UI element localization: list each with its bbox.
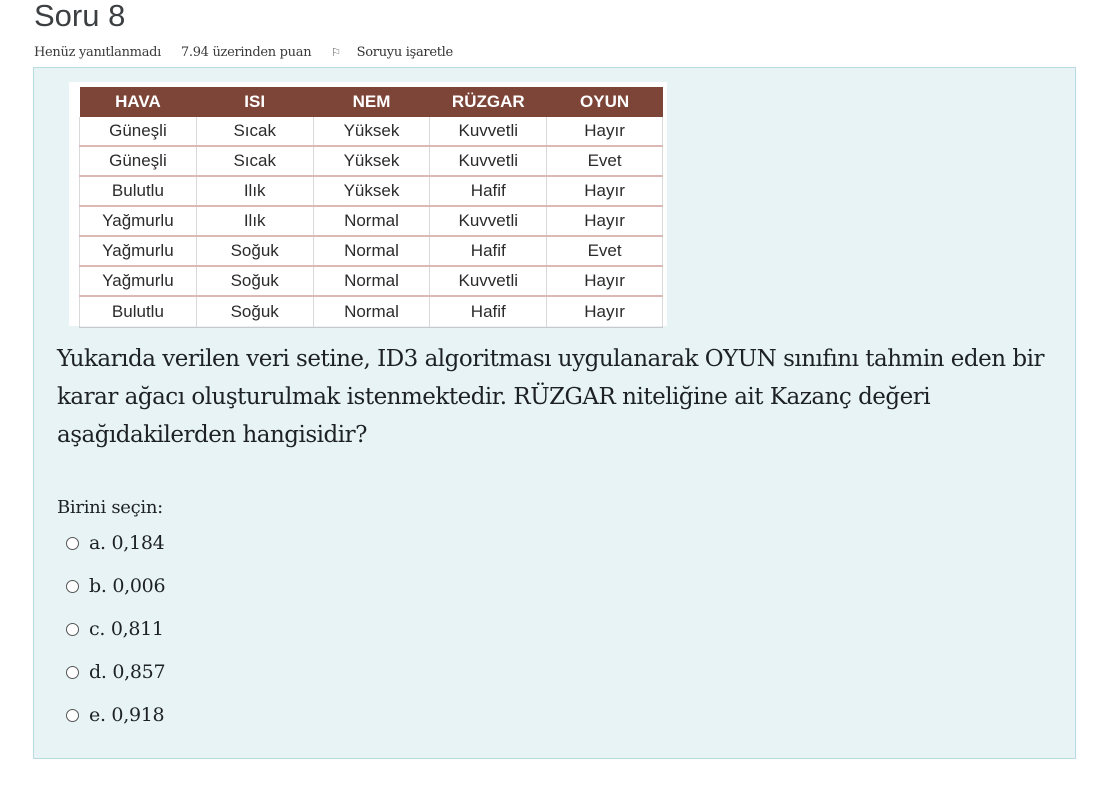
table-cell: Hayır (546, 266, 663, 297)
column-header: OYUN (546, 87, 663, 117)
table-cell: Evet (546, 236, 663, 267)
table-cell: Kuvvetli (429, 206, 548, 237)
table-cell: Kuvvetli (429, 146, 548, 177)
question-text: Yukarıda verilen veri setine, ID3 algori… (57, 346, 1044, 448)
radio-button[interactable] (66, 536, 79, 550)
table-row: Yağmurlu Soğuk Normal Kuvvetli Hayır (79, 266, 663, 297)
question-points: 7.94 üzerinden puan (180, 45, 312, 60)
table-header-row: HAVA ISI NEM RÜZGAR OYUN (79, 87, 663, 117)
table-cell: Soğuk (195, 296, 314, 328)
table-cell: Hayır (546, 117, 663, 147)
question-status: Henüz yanıtlanmadı (34, 45, 162, 60)
table-cell: Hayır (546, 296, 663, 328)
answer-option-e[interactable]: e. 0,918 (66, 702, 165, 728)
table-cell: Evet (546, 146, 663, 177)
table-cell: Soğuk (195, 236, 314, 267)
table-cell: Ilık (195, 206, 314, 237)
table-cell: Güneşli (79, 117, 197, 147)
table-cell: Güneşli (79, 146, 197, 177)
table-row: Bulutlu Soğuk Normal Hafif Hayır (79, 296, 663, 328)
table-cell: Normal (312, 296, 431, 328)
data-table: HAVA ISI NEM RÜZGAR OYUN Güneşli Sıcak Y… (79, 87, 663, 328)
table-cell: Yağmurlu (79, 236, 197, 267)
column-header: HAVA (79, 87, 197, 117)
column-header: RÜZGAR (429, 87, 547, 117)
table-row: Güneşli Sıcak Yüksek Kuvvetli Hayır (79, 117, 663, 147)
table-cell: Sıcak (195, 146, 314, 177)
table-cell: Hayır (546, 176, 663, 207)
answer-prompt: Birini seçin: (57, 497, 163, 518)
table-cell: Kuvvetli (429, 266, 548, 297)
flag-question-link[interactable]: ⚐ Soruyu işaretle (331, 45, 469, 60)
table-cell: Yağmurlu (79, 206, 197, 237)
column-header: ISI (196, 87, 314, 117)
radio-button[interactable] (66, 665, 79, 679)
table-cell: Yağmurlu (79, 266, 197, 297)
table-cell: Bulutlu (79, 176, 197, 207)
answer-label: b. 0,006 (89, 575, 166, 597)
question-info: Henüz yanıtlanmadı 7.94 üzerinden puan ⚐… (34, 45, 485, 60)
answer-option-b[interactable]: b. 0,006 (66, 573, 166, 599)
question-title: Soru 8 (34, 0, 126, 33)
answer-label: d. 0,857 (89, 661, 166, 683)
answer-label: e. 0,918 (89, 704, 165, 726)
radio-button[interactable] (66, 708, 79, 722)
table-cell: Hafif (429, 176, 548, 207)
answer-label: a. 0,184 (89, 532, 165, 554)
data-table-image: HAVA ISI NEM RÜZGAR OYUN Güneşli Sıcak Y… (69, 82, 667, 328)
table-cell: Normal (312, 236, 431, 267)
table-cell: Bulutlu (79, 296, 197, 328)
radio-button[interactable] (66, 622, 79, 636)
column-header: NEM (313, 87, 430, 117)
table-row: Yağmurlu Soğuk Normal Hafif Evet (79, 236, 663, 267)
radio-button[interactable] (66, 579, 79, 593)
table-cell: Sıcak (195, 117, 314, 147)
table-cell: Yüksek (312, 117, 431, 147)
flag-question-label: Soruyu işaretle (356, 45, 454, 60)
table-cell: Normal (312, 206, 431, 237)
table-cell: Hafif (429, 236, 548, 267)
answer-label: c. 0,811 (89, 618, 164, 640)
table-cell: Kuvvetli (429, 117, 548, 147)
table-cell: Yüksek (312, 146, 431, 177)
flag-icon: ⚐ (331, 46, 341, 59)
table-cell: Hafif (429, 296, 548, 328)
question-content: HAVA ISI NEM RÜZGAR OYUN Güneşli Sıcak Y… (33, 67, 1076, 759)
table-row: Güneşli Sıcak Yüksek Kuvvetli Evet (79, 146, 663, 177)
answer-option-d[interactable]: d. 0,857 (66, 659, 166, 685)
answer-option-c[interactable]: c. 0,811 (66, 616, 164, 642)
table-row: Yağmurlu Ilık Normal Kuvvetli Hayır (79, 206, 663, 237)
table-cell: Hayır (546, 206, 663, 237)
table-cell: Soğuk (195, 266, 314, 297)
table-cell: Ilık (195, 176, 314, 207)
table-cell: Yüksek (312, 176, 431, 207)
answer-option-a[interactable]: a. 0,184 (66, 530, 165, 556)
table-row: Bulutlu Ilık Yüksek Hafif Hayır (79, 176, 663, 207)
table-cell: Normal (312, 266, 431, 297)
